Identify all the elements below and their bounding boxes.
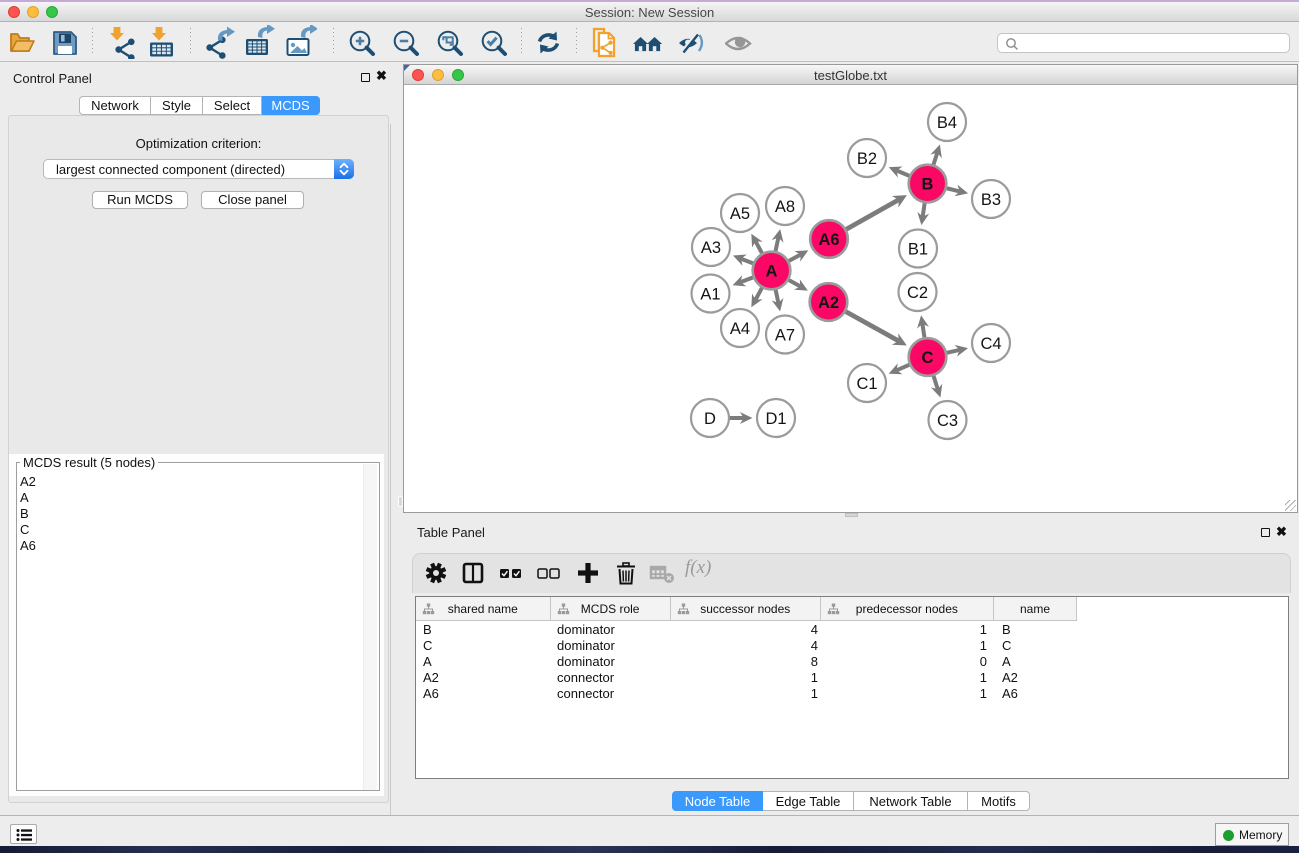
svg-text:A2: A2 xyxy=(818,294,839,312)
svg-text:B4: B4 xyxy=(937,114,957,132)
svg-text:A4: A4 xyxy=(730,320,750,338)
svg-text:B: B xyxy=(922,175,934,193)
svg-text:A3: A3 xyxy=(701,239,721,257)
svg-text:D: D xyxy=(704,410,716,428)
svg-text:C4: C4 xyxy=(980,335,1001,353)
svg-text:D1: D1 xyxy=(765,410,786,428)
svg-text:B2: B2 xyxy=(857,150,877,168)
svg-text:A7: A7 xyxy=(775,326,795,344)
svg-text:C1: C1 xyxy=(856,375,877,393)
svg-text:C: C xyxy=(922,349,934,367)
svg-text:A5: A5 xyxy=(730,205,750,223)
svg-text:A8: A8 xyxy=(775,198,795,216)
svg-text:A: A xyxy=(766,262,778,280)
svg-text:C3: C3 xyxy=(937,412,958,430)
svg-text:A6: A6 xyxy=(818,231,839,249)
svg-text:A1: A1 xyxy=(700,285,720,303)
svg-text:C2: C2 xyxy=(907,284,928,302)
svg-text:B1: B1 xyxy=(908,240,928,258)
svg-text:B3: B3 xyxy=(981,191,1001,209)
